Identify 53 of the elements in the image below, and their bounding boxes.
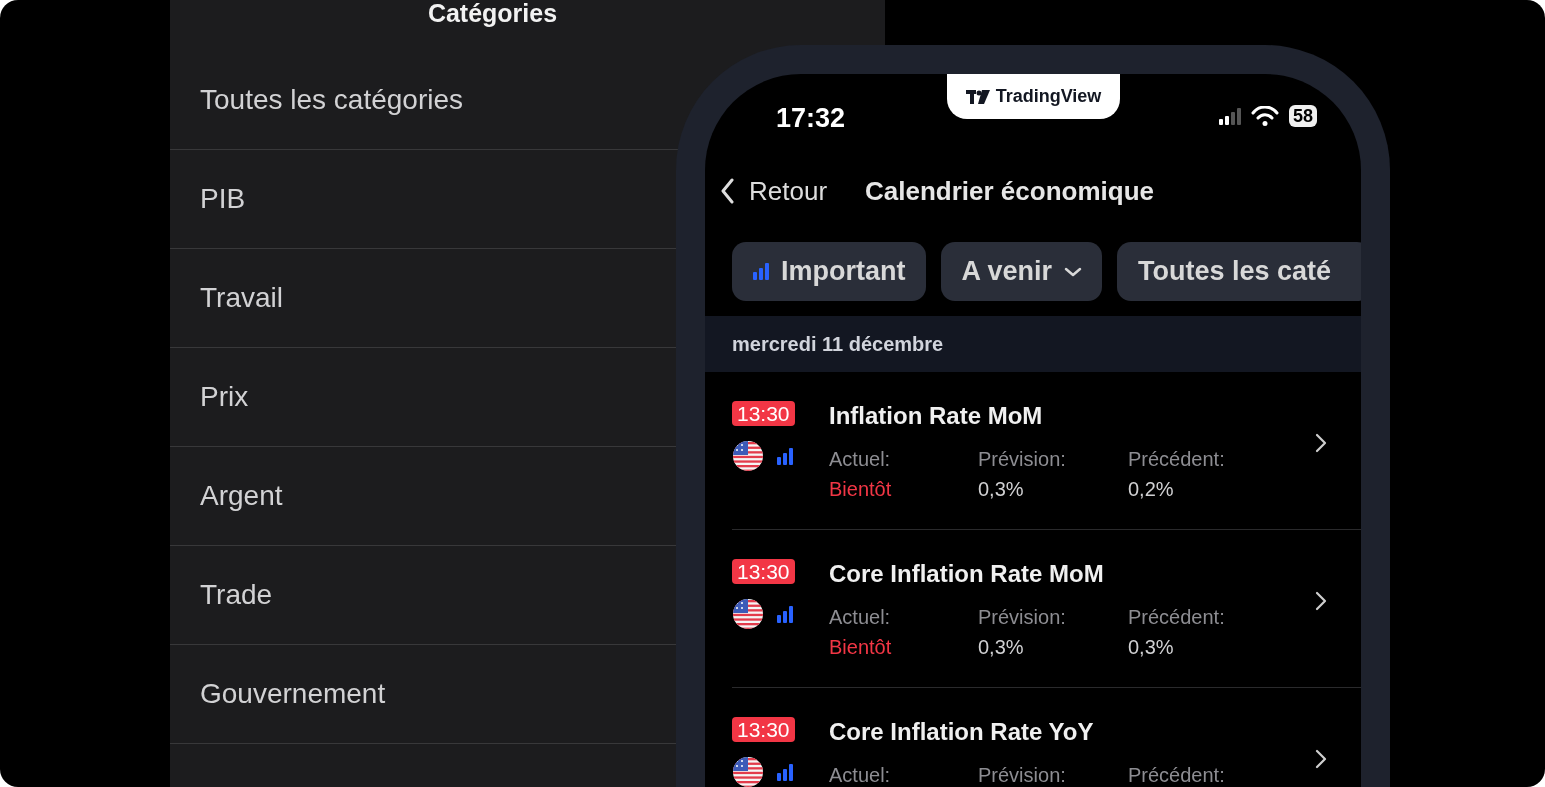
filter-chip[interactable]: Toutes les caté [1117, 242, 1361, 301]
filter-chip[interactable]: Important [732, 242, 926, 301]
field-label: Actuel: [829, 764, 891, 786]
chevron-right-icon[interactable] [1315, 749, 1327, 769]
field-label: Actuel: [829, 448, 891, 470]
importance-bars-icon [777, 447, 793, 465]
chevron-left-icon [720, 178, 735, 204]
time-badge: 13:30 [732, 401, 795, 426]
logo-icon [965, 89, 990, 104]
filter-chip[interactable]: A venir [940, 242, 1103, 301]
wifi-icon [1250, 105, 1279, 127]
field-label: Prévision: [978, 764, 1066, 786]
importance-bars-icon [777, 763, 793, 781]
field-value: Bientôt [829, 636, 892, 658]
field-label: Prévision: [978, 448, 1066, 470]
field-value: 0,3% [978, 478, 1024, 500]
field-label: Actuel: [829, 606, 891, 628]
time-badge: 13:30 [732, 717, 795, 742]
back-button[interactable]: Retour [720, 175, 828, 207]
category-item[interactable]: Prix [200, 381, 249, 413]
event-title: Core Inflation Rate MoM [829, 559, 1104, 589]
field-value: 0,3% [978, 636, 1024, 658]
signal-icon [1218, 107, 1241, 125]
category-item[interactable]: Toutes les catégories [200, 84, 464, 116]
category-item[interactable]: Trade [200, 579, 273, 611]
brand-name: TradingView [995, 86, 1102, 107]
chevron-down-icon [1064, 266, 1083, 277]
category-item[interactable]: PIB [200, 183, 246, 215]
field-value: Bientôt [829, 478, 892, 500]
screen-title: Calendrier économique [865, 175, 1154, 207]
importance-bars-icon [753, 263, 769, 280]
chevron-right-icon[interactable] [1315, 591, 1327, 611]
flag-icon [732, 598, 764, 630]
chevron-right-icon[interactable] [1315, 433, 1327, 453]
battery-level: 58 [1288, 105, 1317, 127]
clock-time: 17:32 [776, 102, 846, 134]
field-label: Précédent: [1128, 606, 1225, 628]
flag-icon [732, 756, 764, 787]
event-title: Inflation Rate MoM [829, 401, 1043, 431]
event-title: Core Inflation Rate YoY [829, 717, 1094, 747]
importance-bars-icon [777, 605, 793, 623]
field-label: Précédent: [1128, 764, 1225, 786]
field-label: Prévision: [978, 606, 1066, 628]
date-label: mercredi 11 décembre [732, 332, 944, 356]
time-badge: 13:30 [732, 559, 795, 584]
field-label: Précédent: [1128, 448, 1225, 470]
field-value: 0,3% [1128, 636, 1174, 658]
category-item[interactable]: Gouvernement [200, 678, 386, 710]
category-item[interactable]: Argent [200, 480, 283, 512]
category-item[interactable]: Travail [200, 282, 283, 314]
panel-title: Catégories [427, 0, 558, 26]
flag-icon [732, 440, 764, 472]
field-value: 0,2% [1128, 478, 1174, 500]
